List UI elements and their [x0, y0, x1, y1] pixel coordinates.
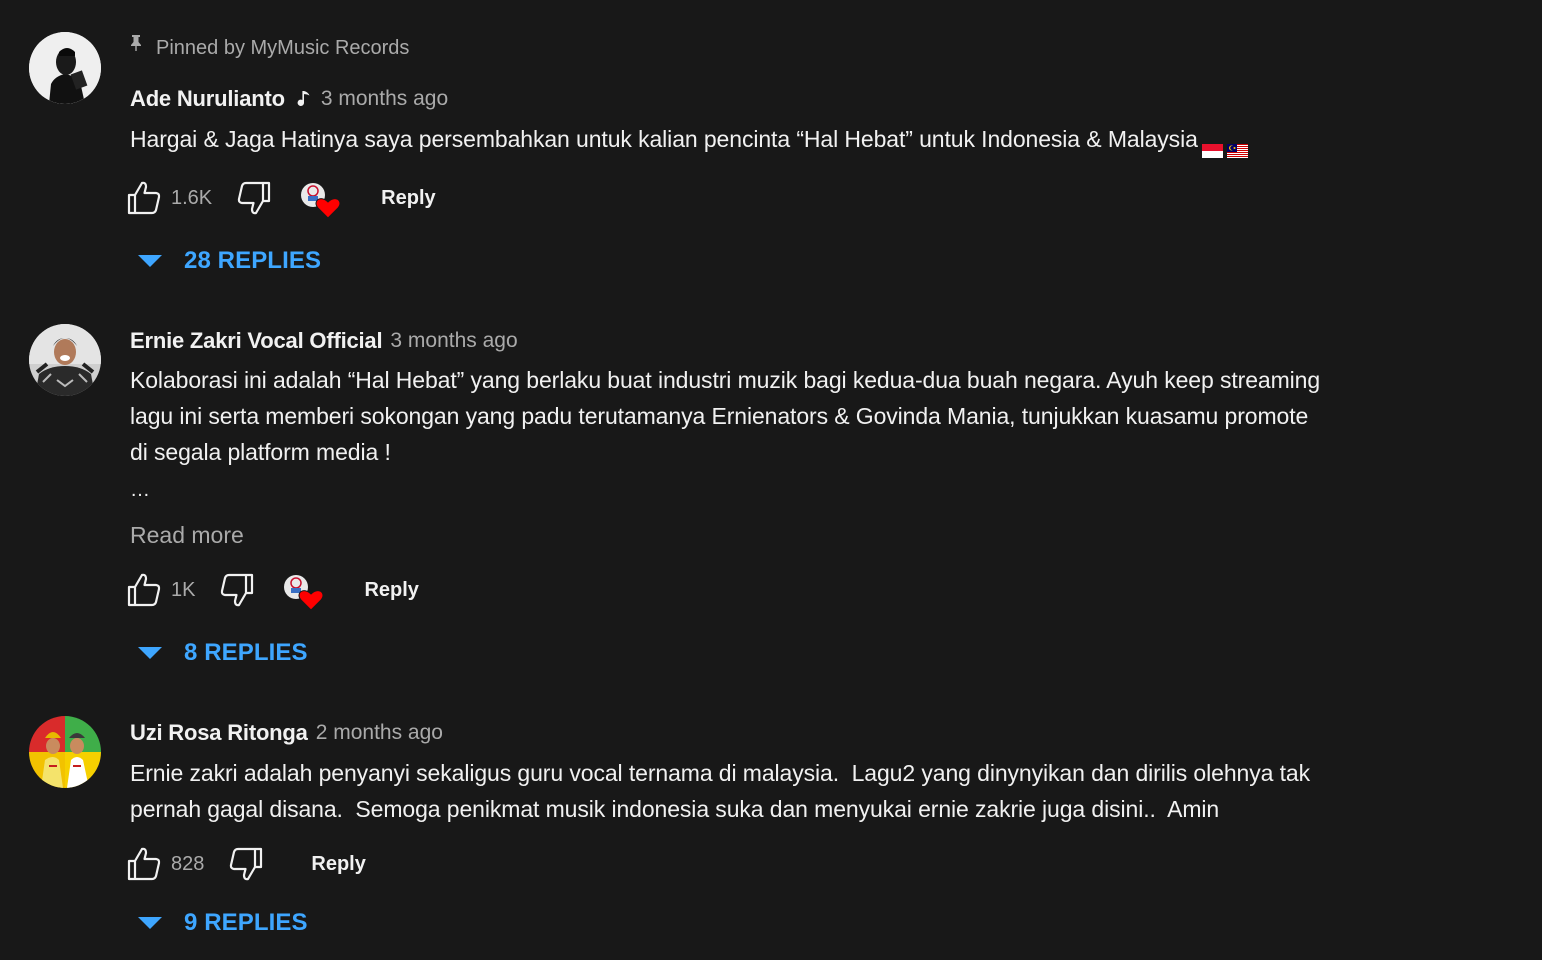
like-count: 1K [171, 578, 196, 601]
thumbs-down-icon[interactable] [236, 180, 272, 216]
author-name[interactable]: Uzi Rosa Ritonga [130, 720, 308, 746]
comment-text-line: pernah gagal disana. Semoga penikmat mus… [130, 796, 1220, 822]
comment-timestamp[interactable]: 2 months ago [316, 721, 443, 745]
truncation-ellipsis: … [130, 479, 150, 501]
pinned-label: Pinned by MyMusic Records [130, 34, 1452, 62]
comment-header: Ade Nurulianto 3 months ago [130, 84, 1452, 114]
replies-count-label: 8 REPLIES [184, 639, 308, 666]
replies-count-label: 9 REPLIES [184, 909, 308, 936]
author-name[interactable]: Ernie Zakri Vocal Official [130, 328, 383, 354]
comment-timestamp[interactable]: 3 months ago [321, 87, 448, 111]
comment-actions: 828 Reply [126, 842, 366, 886]
thumbs-up-icon[interactable] [126, 846, 162, 882]
comments-section: Pinned by MyMusic Records Ade Nurulianto… [0, 0, 1542, 960]
author-name[interactable]: Ade Nurulianto [130, 86, 285, 112]
comment-actions: 1K Reply [126, 568, 419, 612]
music-note-icon [297, 89, 311, 109]
creator-heart-icon [299, 178, 341, 219]
replies-count-label: 28 REPLIES [184, 247, 322, 274]
comment-text-line: Ernie zakri adalah penyanyi sekaligus gu… [130, 760, 1310, 786]
caret-down-icon [138, 917, 162, 929]
avatar[interactable] [29, 32, 101, 104]
thumbs-up-icon[interactable] [126, 180, 162, 216]
avatar[interactable] [29, 324, 101, 396]
thumbs-up-icon[interactable] [126, 572, 162, 608]
indonesia-flag-icon [1201, 132, 1223, 158]
caret-down-icon [138, 647, 162, 659]
comment-text: Kolaborasi ini adalah “Hal Hebat” yang b… [130, 362, 1452, 470]
view-replies-button[interactable]: 28 REPLIES [138, 241, 321, 281]
pin-icon [130, 34, 144, 62]
read-more-button[interactable]: Read more [130, 518, 1452, 552]
comment-text-line: lagu ini serta memberi sokongan yang pad… [130, 403, 1309, 429]
thumbs-down-icon[interactable] [219, 572, 255, 608]
thumbs-down-icon[interactable] [228, 846, 264, 882]
comment-text-line: Hargai & Jaga Hatinya saya persembahkan … [130, 121, 1452, 158]
comment-text-line: Kolaborasi ini adalah “Hal Hebat” yang b… [130, 367, 1321, 393]
comment-header: Ernie Zakri Vocal Official 3 months ago [130, 326, 1452, 356]
comment-text: Hargai & Jaga Hatinya saya persembahkan … [130, 121, 1452, 158]
view-replies-button[interactable]: 9 REPLIES [138, 903, 308, 943]
comment-timestamp[interactable]: 3 months ago [390, 329, 517, 353]
reply-button[interactable]: Reply [364, 579, 418, 602]
pinned-text: Pinned by MyMusic Records [156, 37, 410, 59]
like-count: 828 [171, 852, 205, 875]
malaysia-flag-icon [1226, 132, 1248, 158]
reply-button[interactable]: Reply [311, 853, 365, 876]
avatar[interactable] [29, 716, 101, 788]
comment-actions: 1.6K Reply [126, 176, 436, 220]
comment-header: Uzi Rosa Ritonga 2 months ago [130, 718, 1452, 748]
caret-down-icon [138, 255, 162, 267]
reply-button[interactable]: Reply [381, 187, 435, 210]
comment-text-line: di segala platform media ! [130, 439, 391, 465]
creator-heart-icon [282, 570, 324, 611]
comment-text: Ernie zakri adalah penyanyi sekaligus gu… [130, 755, 1452, 827]
view-replies-button[interactable]: 8 REPLIES [138, 633, 308, 673]
like-count: 1.6K [171, 186, 213, 209]
